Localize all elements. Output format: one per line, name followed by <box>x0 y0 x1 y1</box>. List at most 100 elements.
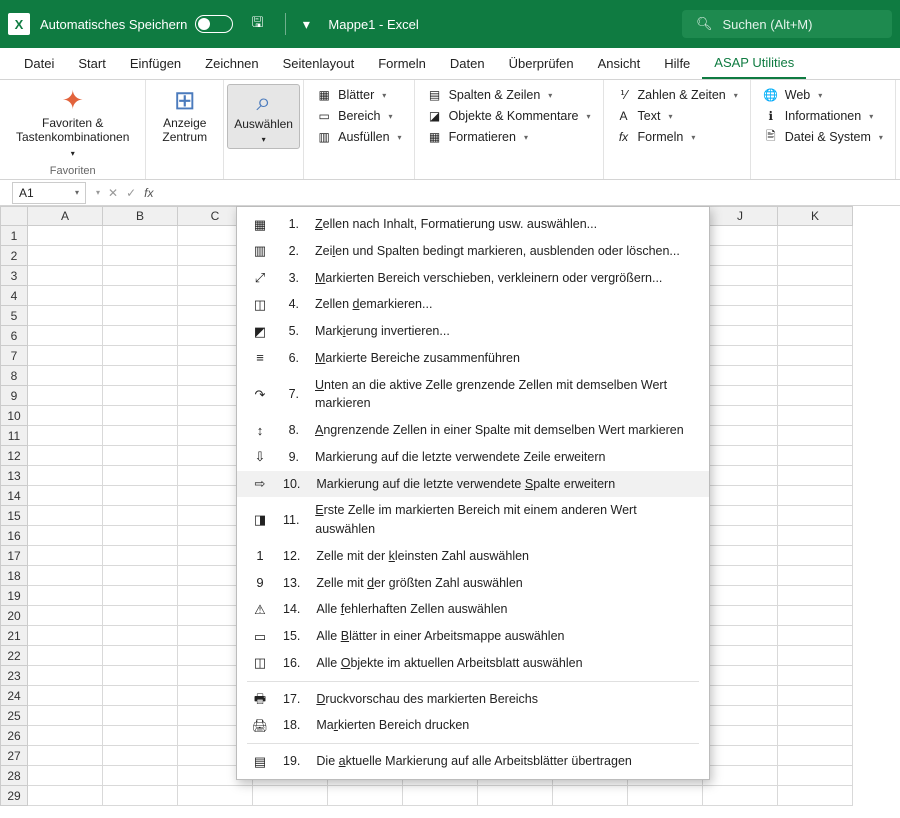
col-header-B[interactable]: B <box>103 206 178 226</box>
cell[interactable] <box>778 366 853 386</box>
cell[interactable] <box>703 326 778 346</box>
cell[interactable] <box>703 366 778 386</box>
cell[interactable] <box>103 306 178 326</box>
cell[interactable] <box>703 226 778 246</box>
cell[interactable] <box>103 406 178 426</box>
cell[interactable] <box>28 466 103 486</box>
save-icon[interactable]: 🖫 <box>247 14 267 34</box>
cell[interactable] <box>103 326 178 346</box>
formeln-button[interactable]: fxFormeln▾ <box>614 128 740 146</box>
cell[interactable] <box>703 566 778 586</box>
cell[interactable] <box>103 506 178 526</box>
cell[interactable] <box>703 606 778 626</box>
row-header-24[interactable]: 24 <box>0 686 28 706</box>
tab-ueberpruefen[interactable]: Überprüfen <box>497 48 586 79</box>
qat-more-icon[interactable]: ▾ <box>296 14 316 34</box>
cell[interactable] <box>703 386 778 406</box>
zahlen-zeiten-button[interactable]: ⅟Zahlen & Zeiten▾ <box>614 86 740 104</box>
cell[interactable] <box>778 466 853 486</box>
cell[interactable] <box>778 406 853 426</box>
cell[interactable] <box>28 346 103 366</box>
row-header-11[interactable]: 11 <box>0 426 28 446</box>
menu-item-17[interactable]: 🖶17.Druckvorschau des markierten Bereich… <box>237 686 709 713</box>
cell[interactable] <box>28 506 103 526</box>
cell[interactable] <box>778 626 853 646</box>
cell[interactable] <box>28 566 103 586</box>
favorites-button[interactable]: ✦ Favoriten &Tastenkombinationen ▾ <box>10 84 135 161</box>
cell[interactable] <box>28 306 103 326</box>
cell[interactable] <box>703 466 778 486</box>
cell[interactable] <box>778 446 853 466</box>
menu-item-11[interactable]: ◨11.Erste Zelle im markierten Bereich mi… <box>237 497 709 543</box>
row-header-10[interactable]: 10 <box>0 406 28 426</box>
col-header-A[interactable]: A <box>28 206 103 226</box>
bereich-button[interactable]: ▭Bereich▾ <box>314 107 403 125</box>
cell[interactable] <box>778 546 853 566</box>
cell[interactable] <box>703 266 778 286</box>
name-box-dropdown-icon[interactable]: ▾ <box>75 188 79 197</box>
cell[interactable] <box>778 606 853 626</box>
cell[interactable] <box>28 246 103 266</box>
cell[interactable] <box>103 466 178 486</box>
row-header-9[interactable]: 9 <box>0 386 28 406</box>
cell[interactable] <box>703 346 778 366</box>
cell[interactable] <box>103 266 178 286</box>
row-header-28[interactable]: 28 <box>0 766 28 786</box>
row-header-23[interactable]: 23 <box>0 666 28 686</box>
menu-item-7[interactable]: ↷7.Unten an die aktive Zelle grenzende Z… <box>237 372 709 418</box>
cell[interactable] <box>778 246 853 266</box>
cell[interactable] <box>778 426 853 446</box>
row-header-7[interactable]: 7 <box>0 346 28 366</box>
cell[interactable] <box>28 746 103 766</box>
cell[interactable] <box>28 446 103 466</box>
menu-item-14[interactable]: ⚠14.Alle fehlerhaften Zellen auswählen <box>237 596 709 623</box>
confirm-icon[interactable]: ✓ <box>126 186 136 200</box>
cell[interactable] <box>103 726 178 746</box>
cell[interactable] <box>778 486 853 506</box>
cell[interactable] <box>28 606 103 626</box>
cell[interactable] <box>703 686 778 706</box>
cell[interactable] <box>778 266 853 286</box>
cancel-icon[interactable]: ✕ <box>108 186 118 200</box>
cell[interactable] <box>403 786 478 806</box>
tab-asap-utilities[interactable]: ASAP Utilities <box>702 48 806 79</box>
cell[interactable] <box>778 726 853 746</box>
menu-item-4[interactable]: ◫4.Zellen demarkieren... <box>237 291 709 318</box>
row-header-1[interactable]: 1 <box>0 226 28 246</box>
cell[interactable] <box>703 786 778 806</box>
cell[interactable] <box>778 506 853 526</box>
cell[interactable] <box>103 566 178 586</box>
row-header-21[interactable]: 21 <box>0 626 28 646</box>
tab-einfuegen[interactable]: Einfügen <box>118 48 193 79</box>
tab-hilfe[interactable]: Hilfe <box>652 48 702 79</box>
cell[interactable] <box>28 646 103 666</box>
fx-icon[interactable]: fx <box>144 186 153 200</box>
cell[interactable] <box>478 786 553 806</box>
cell[interactable] <box>103 226 178 246</box>
cell[interactable] <box>103 686 178 706</box>
cell[interactable] <box>28 586 103 606</box>
cell[interactable] <box>103 486 178 506</box>
menu-item-8[interactable]: ↕8.Angrenzende Zellen in einer Spalte mi… <box>237 417 709 444</box>
row-header-27[interactable]: 27 <box>0 746 28 766</box>
cell[interactable] <box>103 606 178 626</box>
cell[interactable] <box>778 786 853 806</box>
cell[interactable] <box>553 786 628 806</box>
cell[interactable] <box>778 746 853 766</box>
cell[interactable] <box>778 386 853 406</box>
menu-item-5[interactable]: ◩5.Markierung invertieren... <box>237 318 709 345</box>
cell[interactable] <box>703 766 778 786</box>
row-header-3[interactable]: 3 <box>0 266 28 286</box>
cell[interactable] <box>103 586 178 606</box>
dropdown-icon[interactable]: ▾ <box>96 188 100 197</box>
menu-item-3[interactable]: ⤢3.Markierten Bereich verschieben, verkl… <box>237 265 709 292</box>
cell[interactable] <box>703 626 778 646</box>
tab-start[interactable]: Start <box>66 48 117 79</box>
cell[interactable] <box>778 306 853 326</box>
cell[interactable] <box>28 426 103 446</box>
row-header-22[interactable]: 22 <box>0 646 28 666</box>
auswaehlen-button[interactable]: ⌕ Auswählen▾ <box>227 84 300 149</box>
cell[interactable] <box>703 526 778 546</box>
row-header-13[interactable]: 13 <box>0 466 28 486</box>
menu-item-18[interactable]: 🖨18.Markierten Bereich drucken <box>237 712 709 739</box>
